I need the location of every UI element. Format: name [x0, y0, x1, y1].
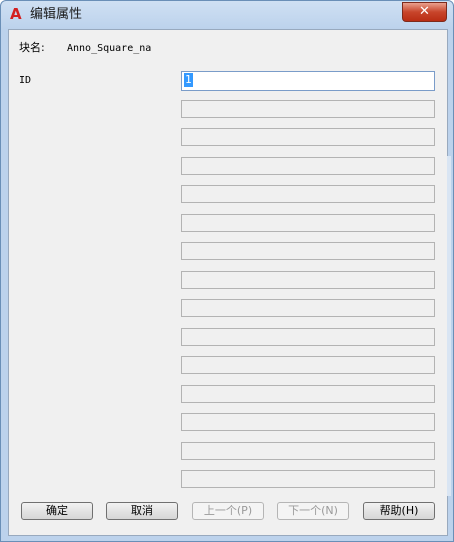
block-name-label: 块名: — [19, 41, 45, 54]
window-edge-strip — [447, 156, 451, 496]
edit-attributes-dialog: A 编辑属性 ✕ 块名: Anno_Square_na ID 1 确定 取消 上… — [0, 0, 454, 542]
help-button[interactable]: 帮助(H) — [363, 502, 435, 520]
attribute-field[interactable] — [181, 442, 435, 460]
next-button[interactable]: 下一个(N) — [277, 502, 349, 520]
attribute-field[interactable] — [181, 128, 435, 146]
dialog-body: 块名: Anno_Square_na ID 1 确定 取消 上一个(P) 下一个… — [8, 29, 448, 536]
attribute-field[interactable] — [181, 100, 435, 118]
title-bar[interactable]: A 编辑属性 ✕ — [1, 1, 453, 29]
previous-button[interactable]: 上一个(P) — [192, 502, 264, 520]
close-icon: ✕ — [419, 4, 430, 19]
block-name-value: Anno_Square_na — [67, 43, 152, 54]
attribute-label-id: ID — [19, 75, 32, 86]
attribute-field[interactable] — [181, 385, 435, 403]
attribute-field[interactable] — [181, 271, 435, 289]
attribute-field[interactable] — [181, 413, 435, 431]
cancel-button[interactable]: 取消 — [106, 502, 178, 520]
autocad-app-icon: A — [10, 5, 22, 23]
attribute-field[interactable] — [181, 185, 435, 203]
attribute-field[interactable] — [181, 299, 435, 317]
window-title: 编辑属性 — [30, 7, 83, 22]
attribute-field[interactable] — [181, 214, 435, 232]
attribute-field[interactable] — [181, 328, 435, 346]
close-button[interactable]: ✕ — [402, 2, 447, 22]
attribute-field[interactable] — [181, 242, 435, 260]
ok-button[interactable]: 确定 — [21, 502, 93, 520]
attribute-field[interactable] — [181, 470, 435, 488]
attribute-field[interactable] — [181, 157, 435, 175]
attribute-field-value: 1 — [184, 73, 193, 87]
attribute-field-id[interactable]: 1 — [181, 71, 435, 91]
attribute-field[interactable] — [181, 356, 435, 374]
